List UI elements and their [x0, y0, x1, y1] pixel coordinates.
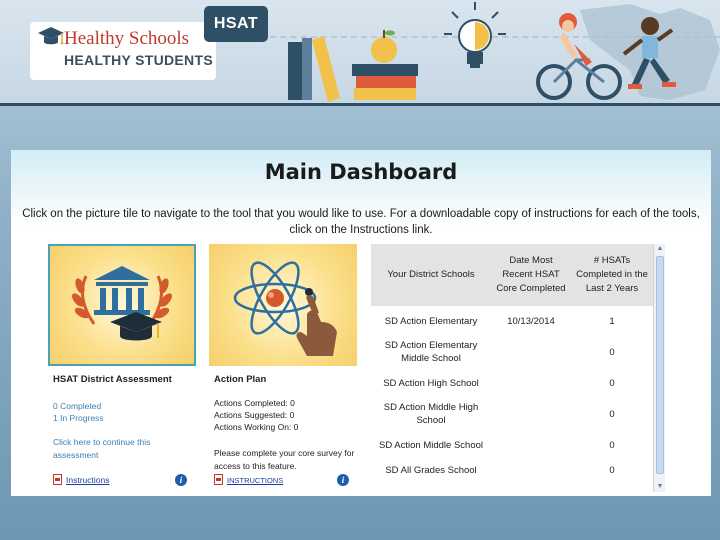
banner-divider [0, 103, 720, 106]
continue-link-line2: assessment [53, 449, 99, 460]
tile-title-action-plan: Action Plan [214, 374, 267, 385]
school-name: SD Action Middle High School [383, 402, 479, 426]
core-survey-note-line1: Please complete your core survey for [214, 448, 355, 458]
dashboard-title: Main Dashboard [264, 160, 458, 184]
hsat-count: 0 [609, 439, 615, 451]
table-row[interactable]: SD Action Middle High School 0 [371, 398, 653, 430]
books-apple-icon [288, 30, 418, 102]
header-date-most-recent: Date Most Recent HSAT Core Completed [491, 244, 571, 306]
table-row[interactable]: SD All Grades School 0 [371, 460, 653, 480]
table-row[interactable]: SD Action Middle School 0 [371, 430, 653, 460]
pdf-icon[interactable] [214, 474, 223, 485]
core-survey-note: Please complete your core survey for acc… [214, 447, 354, 472]
main-dashboard-panel: Main Dashboard Click on the picture tile… [11, 150, 711, 496]
date-completed: 10/13/2014 [507, 315, 555, 327]
actions-suggested: Actions Suggested: 0 [214, 410, 295, 420]
logo-subtitle: HEALTHY STUDENTS [64, 52, 213, 68]
header-hsats-completed: # HSATs Completed in the Last 2 Years [571, 244, 653, 306]
continue-assessment-link[interactable]: Click here to continue this assessment [53, 436, 150, 461]
table-row[interactable]: SD Action Elementary Middle School 0 [371, 336, 653, 368]
healthy-schools-logo[interactable]: Healthy Schools HEALTHY STUDENTS [30, 22, 216, 80]
hsat-badge: HSAT [204, 6, 268, 42]
table-row[interactable]: SD Action Elementary 10/13/2014 1 [371, 306, 653, 336]
lightbulb-icon [444, 2, 506, 68]
action-plan-instructions-link[interactable]: INSTRUCTIONS [227, 476, 283, 485]
date-completed [491, 460, 571, 480]
in-progress-count: 1 In Progress [53, 413, 104, 423]
scroll-down-arrow-icon[interactable]: ▼ [654, 482, 665, 492]
hsat-count: 0 [609, 464, 615, 476]
pdf-icon[interactable] [53, 474, 62, 485]
cyclist-runner-icon [536, 4, 720, 100]
hsat-assessment-tile[interactable] [48, 244, 196, 366]
tile-title-hsat-district-assessment: HSAT District Assessment [53, 374, 172, 385]
school-name: SD Action Middle School [378, 439, 484, 451]
scrollbar-thumb[interactable] [656, 256, 664, 474]
hsat-count: 0 [609, 346, 615, 358]
dashboard-instructions: Click on the picture tile to navigate to… [22, 208, 700, 236]
info-icon[interactable]: i [175, 474, 187, 486]
continue-link-line1: Click here to continue this [53, 437, 151, 447]
actions-completed: Actions Completed: 0 [214, 398, 295, 408]
atom-icon [233, 261, 337, 356]
table-row[interactable]: SD Action High School 0 [371, 368, 653, 398]
logo-title: Healthy Schools [64, 28, 190, 49]
core-survey-note-line2: access to this feature. [214, 460, 297, 471]
scroll-up-arrow-icon[interactable]: ▲ [654, 244, 665, 254]
school-name: SD Action Elementary [384, 315, 478, 327]
school-name: SD Action High School [383, 377, 479, 389]
graduation-cap-icon [38, 27, 64, 45]
table-header-row: Your District Schools Date Most Recent H… [371, 244, 653, 306]
district-schools-table: Your District Schools Date Most Recent H… [371, 244, 665, 492]
date-completed [491, 430, 571, 460]
date-completed [491, 398, 571, 430]
completed-count: 0 Completed [53, 401, 102, 411]
school-name: SD All Grades School [385, 464, 477, 476]
info-icon[interactable]: i [337, 474, 349, 486]
date-completed [491, 368, 571, 398]
university-icon [72, 266, 172, 341]
hsat-count: 0 [609, 377, 615, 389]
hsat-count: 1 [609, 315, 615, 327]
action-plan-tile[interactable] [209, 244, 357, 366]
header-district-schools: Your District Schools [371, 244, 491, 306]
table-scrollbar[interactable]: ▲ ▼ [653, 244, 665, 492]
actions-working-on: Actions Working On: 0 [214, 422, 299, 432]
assessment-instructions-link[interactable]: Instructions [66, 475, 109, 485]
site-banner: Healthy Schools HEALTHY STUDENTS HSAT [0, 0, 720, 104]
date-completed [491, 336, 571, 368]
hsat-count: 0 [609, 408, 615, 420]
school-name: SD Action Elementary Middle School [384, 340, 478, 364]
